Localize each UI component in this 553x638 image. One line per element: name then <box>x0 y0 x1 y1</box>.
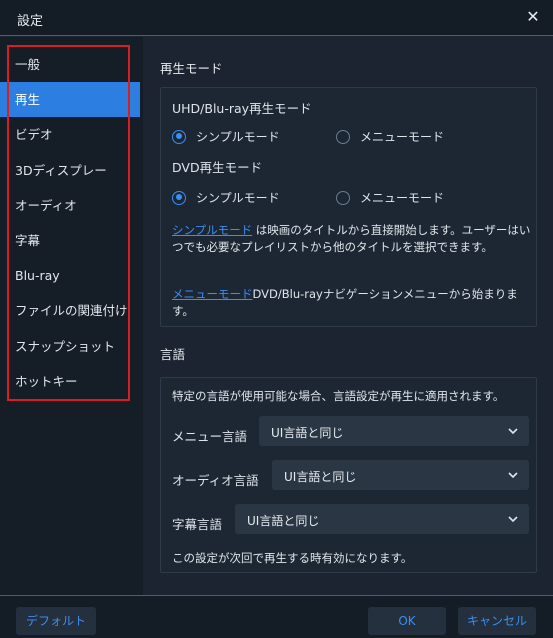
sidebar-item-snapshot[interactable]: スナップショット <box>0 329 140 364</box>
title-bar: 設定 ✕ <box>0 0 553 36</box>
playback-section-title: 再生モード <box>160 61 223 76</box>
sidebar-item-general[interactable]: 一般 <box>0 47 140 82</box>
audio-language-select[interactable]: UI言語と同じ <box>272 460 529 490</box>
uhd-simple-label: シンプルモード <box>196 130 280 144</box>
radio-selected-icon <box>172 129 186 144</box>
radio-selected-icon <box>172 190 186 205</box>
uhd-mode-label: UHD/Blu-ray再生モード <box>172 101 312 116</box>
menu-language-label: メニュー言語 <box>172 429 248 444</box>
cancel-button[interactable]: キャンセル <box>458 607 536 635</box>
sidebar-item-playback[interactable]: 再生 <box>0 82 140 118</box>
radio-unselected-icon <box>336 129 350 144</box>
default-button[interactable]: デフォルト <box>16 607 96 635</box>
language-intro: 特定の言語が使用可能な場合、言語設定が再生に適用されます。 <box>172 389 505 403</box>
audio-language-label: オーディオ言語 <box>172 473 259 488</box>
radio-unselected-icon <box>336 190 350 205</box>
sidebar-item-subtitles[interactable]: 字幕 <box>0 223 140 258</box>
uhd-simple-radio[interactable]: シンプルモード <box>172 128 280 145</box>
dvd-simple-radio[interactable]: シンプルモード <box>172 189 280 206</box>
uhd-menu-radio[interactable]: メニューモード <box>336 128 444 145</box>
language-section-title: 言語 <box>160 347 186 362</box>
chevron-down-icon <box>508 516 518 523</box>
subtitle-language-select[interactable]: UI言語と同じ <box>235 504 529 534</box>
dvd-mode-label: DVD再生モード <box>172 160 263 175</box>
window-title: 設定 <box>17 14 44 29</box>
uhd-menu-label: メニューモード <box>360 130 445 144</box>
simple-mode-link[interactable]: シンプルモード <box>172 223 252 237</box>
close-icon[interactable]: ✕ <box>523 7 543 27</box>
language-note: この設定が次回で再生する時有効になります。 <box>172 551 413 565</box>
sidebar-item-bluray[interactable]: Blu-ray <box>0 258 140 293</box>
language-panel: 特定の言語が使用可能な場合、言語設定が再生に適用されます。 メニュー言語 UI言… <box>160 377 537 573</box>
sidebar-item-audio[interactable]: オーディオ <box>0 188 140 223</box>
chevron-down-icon <box>508 472 518 479</box>
playback-mode-panel: UHD/Blu-ray再生モード シンプルモード メニューモード DVD再生モー… <box>160 87 537 327</box>
menu-mode-link[interactable]: メニューモード <box>172 287 253 301</box>
settings-sidebar: 一般 再生 ビデオ 3Dディスプレー オーディオ 字幕 Blu-ray ファイル… <box>0 37 143 595</box>
ok-button[interactable]: OK <box>368 607 446 635</box>
dvd-menu-label: メニューモード <box>360 191 445 205</box>
sidebar-item-file-association[interactable]: ファイルの関連付け <box>0 293 140 328</box>
subtitle-language-value: UI言語と同じ <box>247 514 320 528</box>
dvd-simple-label: シンプルモード <box>196 191 280 205</box>
sidebar-item-3d-display[interactable]: 3Dディスプレー <box>0 153 140 188</box>
sidebar-list: 一般 再生 ビデオ 3Dディスプレー オーディオ 字幕 Blu-ray ファイル… <box>0 47 143 399</box>
simple-mode-description: シンプルモード は映画のタイトルから直接開始します。ユーザーはいつでも必要なプレ… <box>172 222 532 256</box>
dialog-footer: デフォルト OK キャンセル <box>0 595 553 638</box>
dvd-menu-radio[interactable]: メニューモード <box>336 189 444 206</box>
sidebar-item-video[interactable]: ビデオ <box>0 117 140 152</box>
settings-content: 再生モード UHD/Blu-ray再生モード シンプルモード メニューモード D… <box>143 37 553 595</box>
subtitle-language-label: 字幕言語 <box>172 517 223 532</box>
sidebar-item-hotkeys[interactable]: ホットキー <box>0 364 140 399</box>
menu-language-select[interactable]: UI言語と同じ <box>259 416 529 446</box>
menu-mode-description: メニューモードDVD/Blu-rayナビゲーションメニューから始まります。 <box>172 286 532 320</box>
audio-language-value: UI言語と同じ <box>284 470 357 484</box>
chevron-down-icon <box>508 428 518 435</box>
menu-language-value: UI言語と同じ <box>271 426 344 440</box>
